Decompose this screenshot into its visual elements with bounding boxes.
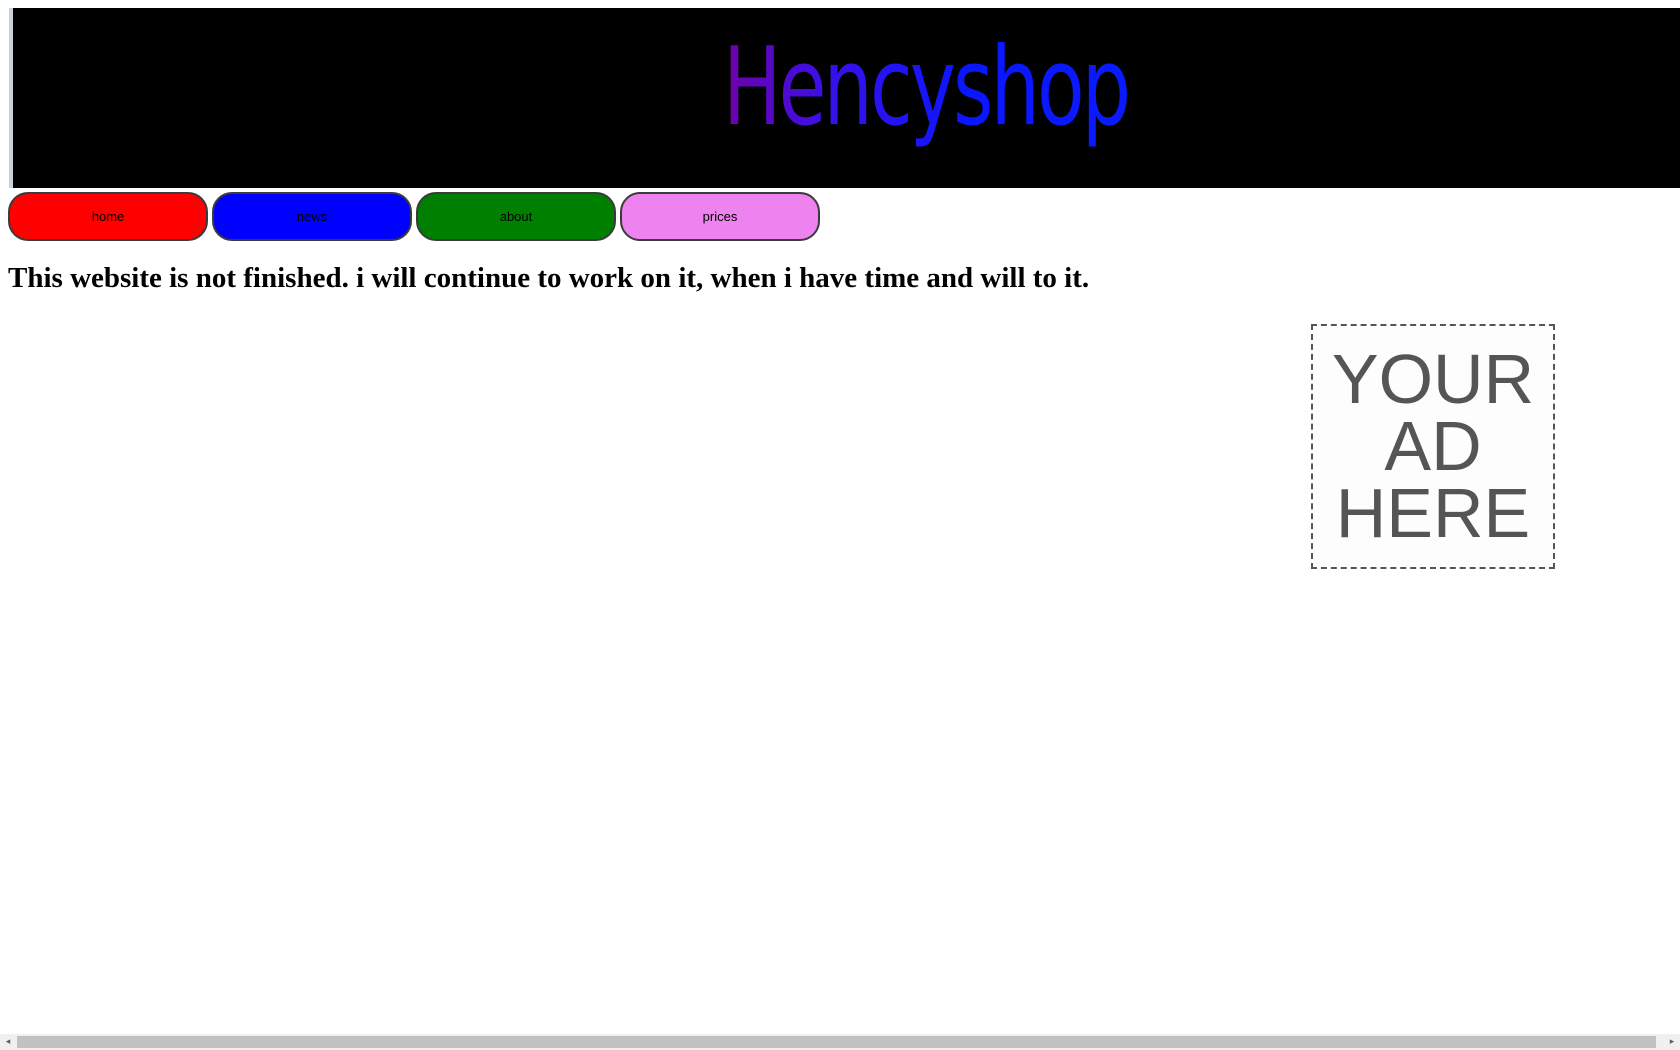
header-banner: Hencyshop <box>13 8 1680 188</box>
ad-text: YOUR AD HERE <box>1318 340 1548 552</box>
scroll-right-icon[interactable]: ▸ <box>1664 1034 1680 1050</box>
ad-text-line: HERE <box>1335 474 1531 552</box>
ad-text-line: YOUR <box>1331 340 1535 418</box>
scroll-left-icon[interactable]: ◂ <box>0 1034 16 1050</box>
nav-home-button[interactable]: home <box>8 192 208 241</box>
nav-news-button[interactable]: news <box>212 192 412 241</box>
ad-placeholder[interactable]: YOUR AD HERE <box>1311 324 1555 569</box>
site-logo: Hencyshop <box>723 18 1131 158</box>
horizontal-scrollbar[interactable]: ◂ ▸ <box>0 1034 1680 1050</box>
main-nav: home news about prices <box>8 192 820 241</box>
page-notice-heading: This website is not finished. i will con… <box>8 262 1090 294</box>
ad-text-line: AD <box>1384 407 1482 485</box>
scrollbar-thumb[interactable] <box>17 1036 1656 1048</box>
nav-about-button[interactable]: about <box>416 192 616 241</box>
nav-prices-button[interactable]: prices <box>620 192 820 241</box>
